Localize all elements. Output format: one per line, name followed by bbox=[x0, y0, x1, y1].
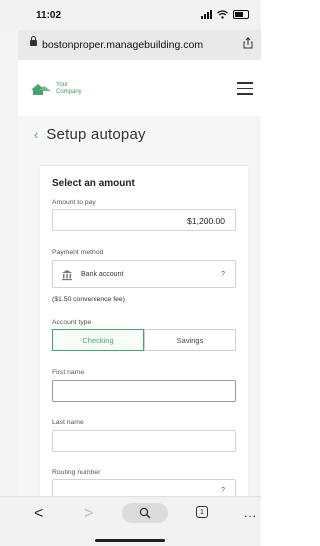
browser-toolbar: < > 1 ... bbox=[0, 496, 261, 546]
payment-method-help-icon[interactable]: ? bbox=[221, 271, 225, 278]
payment-method-value: Bank account bbox=[81, 271, 124, 278]
amount-label: Amount to pay bbox=[52, 199, 96, 206]
home-indicator bbox=[95, 539, 165, 542]
amount-value: $1,200.00 bbox=[187, 216, 225, 226]
account-type-toggle: Checking Savings bbox=[52, 329, 236, 351]
more-button[interactable]: ... bbox=[244, 506, 257, 520]
url-text[interactable]: bostonproper.managebuilding.com bbox=[42, 39, 203, 51]
account-type-checking[interactable]: Checking bbox=[52, 329, 144, 351]
status-icons bbox=[201, 9, 249, 19]
search-icon bbox=[139, 507, 151, 519]
page-title: Setup autopay bbox=[46, 126, 146, 143]
section-heading: Select an amount bbox=[52, 178, 135, 189]
amount-input[interactable]: $1,200.00 bbox=[52, 209, 236, 231]
convenience-fee-note: ($1.50 convenience fee) bbox=[52, 296, 125, 303]
bank-icon bbox=[62, 270, 72, 281]
cellular-signal-icon bbox=[201, 9, 212, 19]
wifi-icon bbox=[217, 9, 228, 19]
back-button[interactable]: < bbox=[34, 505, 43, 523]
page-header: ‹ Setup autopay bbox=[34, 126, 146, 143]
search-button[interactable] bbox=[122, 503, 168, 523]
last-name-input[interactable] bbox=[52, 430, 236, 452]
payment-method-label: Payment method bbox=[52, 249, 104, 256]
lock-icon bbox=[30, 36, 37, 46]
share-icon[interactable] bbox=[243, 37, 253, 49]
routing-number-label: Routing number bbox=[52, 469, 101, 476]
last-name-label: Last name bbox=[52, 419, 84, 426]
battery-icon bbox=[233, 9, 249, 19]
status-bar: 11:02 bbox=[0, 0, 261, 30]
company-logo-text: Your Company bbox=[56, 82, 82, 95]
account-type-savings[interactable]: Savings bbox=[144, 329, 236, 351]
phone-screen: 11:02 bostonproper.managebuilding.com Yo… bbox=[0, 0, 261, 546]
forward-button[interactable]: > bbox=[84, 505, 93, 523]
chevron-left-icon[interactable]: ‹ bbox=[34, 127, 38, 142]
status-time: 11:02 bbox=[36, 10, 62, 21]
first-name-label: First name bbox=[52, 369, 85, 376]
account-type-label: Account type bbox=[52, 319, 92, 326]
hamburger-menu-icon[interactable] bbox=[237, 82, 253, 99]
company-logo-icon[interactable] bbox=[30, 82, 52, 96]
payment-method-select[interactable]: Bank account ? bbox=[52, 260, 236, 288]
address-bar[interactable]: bostonproper.managebuilding.com bbox=[18, 30, 261, 60]
autopay-form-card: Select an amount Amount to pay $1,200.00… bbox=[40, 166, 248, 506]
tabs-button[interactable]: 1 bbox=[196, 506, 208, 518]
routing-help-icon[interactable]: ? bbox=[221, 487, 225, 494]
site-header: Your Company bbox=[18, 60, 261, 117]
first-name-input[interactable] bbox=[52, 380, 236, 402]
